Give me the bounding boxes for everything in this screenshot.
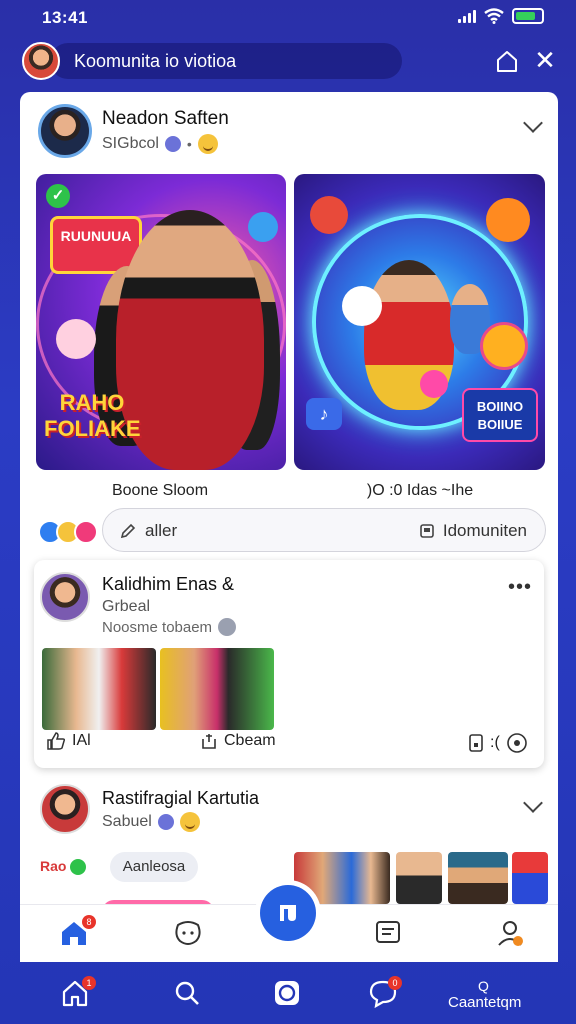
music-note-icon: ♪ (306, 398, 342, 430)
post-label-text: Rao (40, 858, 67, 874)
status-icons (458, 8, 544, 24)
wifi-icon (484, 8, 504, 24)
author-avatar[interactable] (40, 784, 90, 834)
post-photo[interactable] (42, 648, 156, 730)
face-sticker (480, 322, 528, 370)
top-bar: Koomunita io viotioa ✕ (20, 42, 560, 80)
like-button[interactable]: IAl (46, 732, 91, 750)
write-comment[interactable]: aller (119, 521, 177, 541)
more-options-icon[interactable]: ••• (508, 576, 532, 599)
bookmark-icon (469, 734, 483, 752)
comment-bar[interactable]: aller Idomuniten (102, 508, 546, 552)
photo-thumbnail[interactable] (512, 852, 548, 904)
share-icon (202, 734, 216, 749)
search-icon[interactable] (172, 978, 202, 1008)
avatar[interactable] (22, 42, 60, 80)
post-meta-text: Noosme tobaem (102, 618, 213, 636)
author-name[interactable]: Kalidhim Enas & (102, 574, 234, 595)
tag-pill[interactable]: Aanleosa (110, 852, 198, 882)
signal-icon (458, 9, 476, 23)
sticker-banner: BOIINO BOIIUE (462, 388, 538, 442)
smile-emoji-icon (197, 134, 218, 154)
create-post-inner (260, 885, 316, 941)
post-card: Kalidhim Enas & Grbeal Noosme tobaem •••… (34, 560, 544, 768)
post-label: Rao (40, 858, 87, 876)
create-post-button[interactable] (255, 880, 321, 946)
thumbs-up-icon (47, 732, 66, 750)
author-subtitle: Sabuel (102, 812, 200, 832)
author-name[interactable]: Neadon Saften (102, 108, 229, 130)
like-label: IAl (72, 732, 91, 749)
author-name[interactable]: Rastifragial Kartutia (102, 788, 259, 809)
separator-icon: • (186, 136, 192, 152)
status-bar: 13:41 (0, 0, 576, 36)
photo-thumbnail[interactable] (396, 852, 442, 904)
account-icon[interactable]: Q (478, 978, 489, 994)
pencil-icon (120, 523, 136, 539)
post-meta: Noosme tobaem (102, 618, 237, 636)
home-nav-badge: 1 (82, 976, 96, 990)
save-label: :( (490, 734, 500, 751)
community-title[interactable]: Koomunita io viotioa (50, 43, 402, 79)
author-subtitle: Grbeal (102, 598, 151, 615)
share-label: Cbeam (224, 732, 276, 749)
home-icon[interactable] (494, 48, 520, 74)
emoji-sticker (248, 212, 278, 242)
profile-icon[interactable] (494, 917, 526, 949)
account-label[interactable]: Caantetqm (448, 994, 521, 1011)
reaction-icons[interactable] (38, 520, 98, 546)
check-icon: ✓ (46, 184, 70, 208)
save-button[interactable]: :( (468, 732, 528, 754)
community-link-label: Idomuniten (442, 521, 527, 540)
love-reaction-icon (74, 520, 98, 544)
bottom-nav: 1 0 Q Caantetqm (0, 964, 576, 1024)
chevron-down-icon[interactable] (523, 793, 543, 813)
chat-bubble-icon[interactable] (172, 917, 204, 949)
audience-icon (164, 136, 181, 152)
post-image-left[interactable]: ✓ RUUNUUA RAHO FOLIAKE (36, 174, 286, 470)
subtitle-text: SIGbcol (102, 135, 159, 152)
battery-icon (512, 8, 544, 24)
chevron-down-icon[interactable] (523, 113, 543, 133)
comment-placeholder: aller (145, 521, 178, 540)
robot-sticker (486, 198, 530, 242)
notes-icon[interactable] (372, 917, 404, 949)
home-tab-badge: 8 (82, 915, 96, 929)
audience-icon (157, 814, 174, 830)
author-avatar[interactable] (40, 572, 90, 622)
messages-badge: 0 (388, 976, 402, 990)
community-link[interactable]: Idomuniten (419, 521, 527, 541)
play-icon[interactable] (506, 732, 528, 754)
post-image-right[interactable]: ♪ BOIINO BOIIUE (294, 174, 545, 470)
music-note-icon (280, 905, 296, 921)
create-square-icon[interactable] (272, 978, 302, 1008)
close-icon[interactable]: ✕ (532, 47, 558, 74)
status-time: 13:41 (42, 8, 88, 27)
play-sticker (420, 370, 448, 398)
media-caption-left: Boone Sloom (111, 482, 209, 499)
media-caption-right: )O :0 Idas ~Ihe (366, 482, 474, 499)
smile-emoji-icon (179, 812, 200, 832)
feed-card: Neadon Saften SIGbcol • ✓ RUUNUUA RAHO F… (20, 92, 558, 962)
author-avatar[interactable] (38, 104, 92, 158)
status-dot-icon (70, 859, 87, 876)
author-subtitle: SIGbcol • (102, 134, 218, 154)
ghost-sticker (342, 286, 382, 326)
pig-sticker (56, 319, 96, 359)
robot-sticker (310, 196, 348, 234)
sticker-banner-bottom: RAHO FOLIAKE (44, 390, 141, 441)
audience-icon (218, 618, 237, 636)
post-photo[interactable] (160, 648, 274, 730)
subtitle-text: Sabuel (102, 813, 152, 830)
share-button[interactable]: Cbeam (200, 732, 276, 750)
photo-thumbnail[interactable] (448, 852, 508, 904)
post-header: Neadon Saften SIGbcol • (20, 92, 558, 172)
community-icon (420, 524, 434, 538)
reaction-row: aller Idomuniten (20, 508, 558, 554)
